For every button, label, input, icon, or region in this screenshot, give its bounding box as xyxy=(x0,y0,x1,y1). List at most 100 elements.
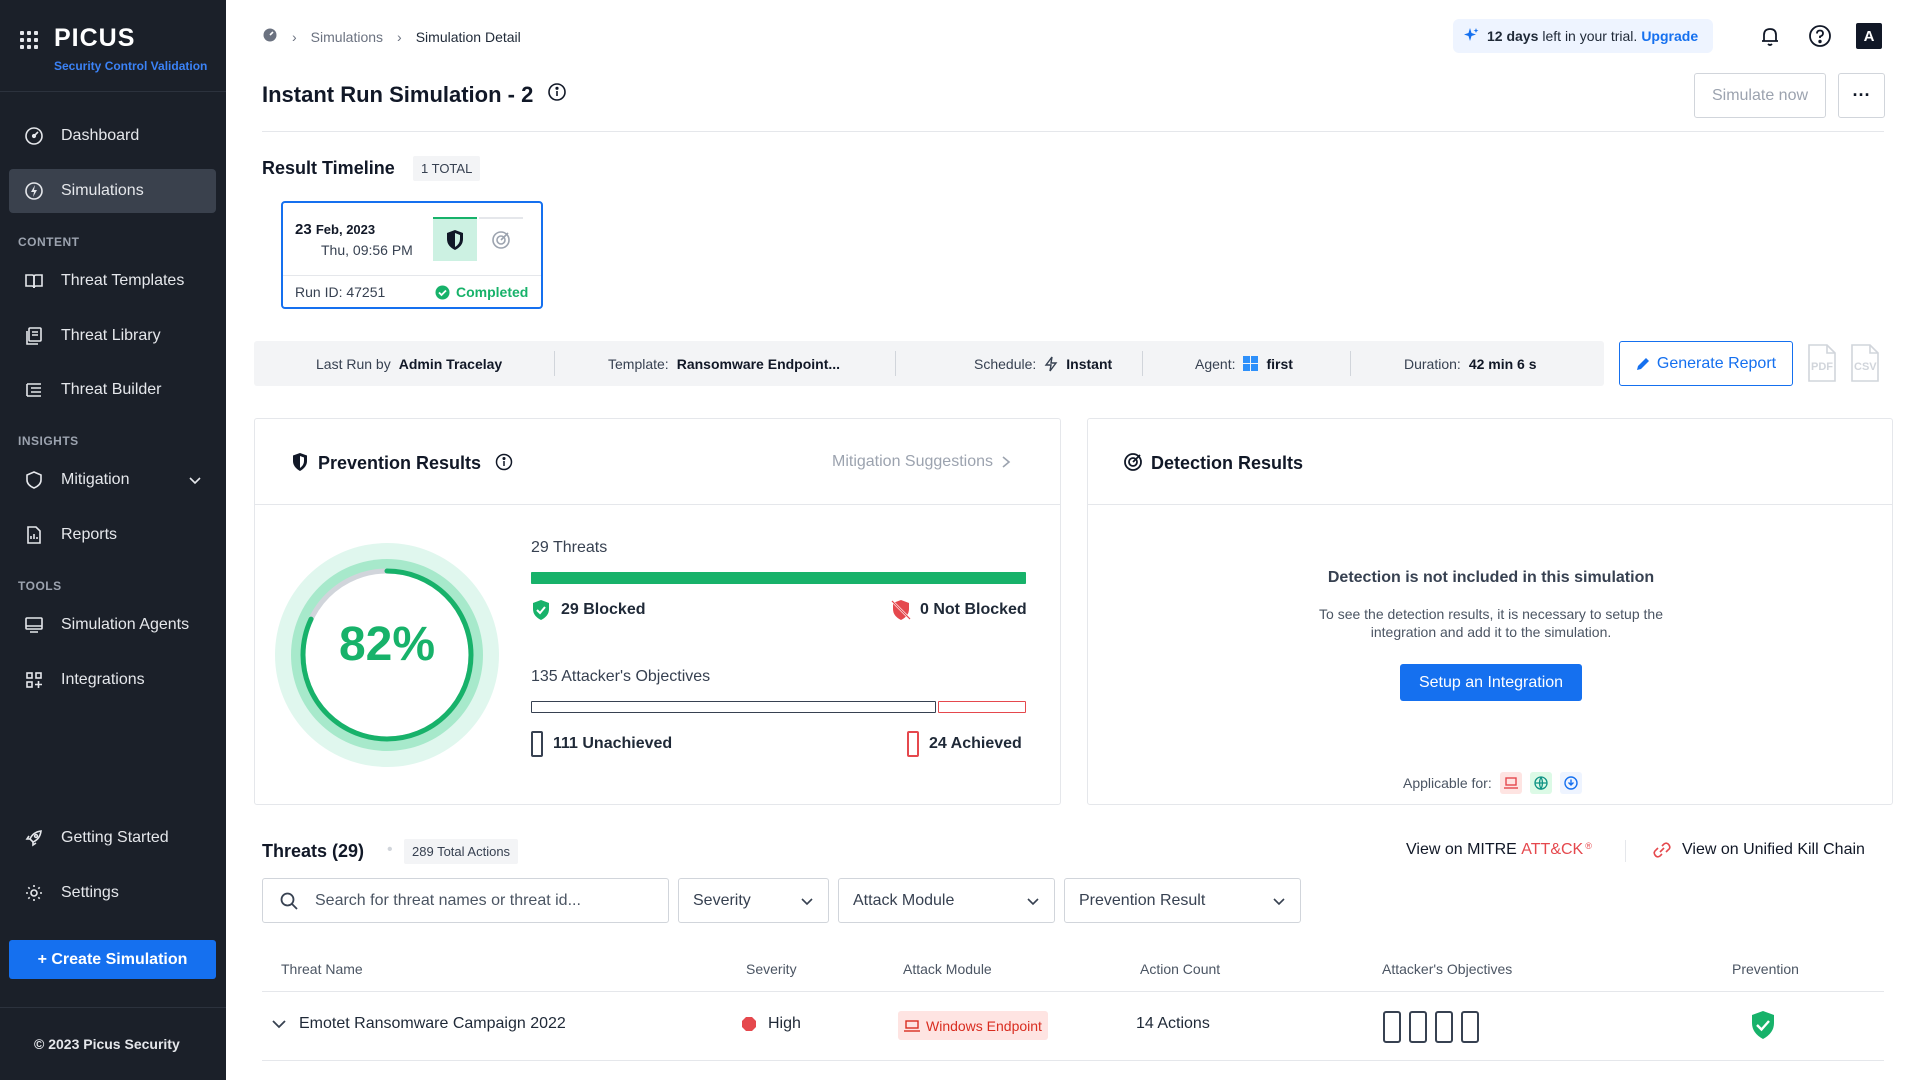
detection-target-icon[interactable] xyxy=(479,217,523,261)
chevron-down-icon[interactable] xyxy=(271,1016,287,1032)
column-header-threat-name[interactable]: Threat Name xyxy=(281,961,363,977)
action-count-value: 14 Actions xyxy=(1136,1015,1210,1032)
severity-cell: High xyxy=(742,1015,801,1033)
shield-x-icon xyxy=(891,600,911,620)
pdf-export-icon[interactable]: PDF xyxy=(1807,343,1837,383)
blocked-label: 29 Blocked xyxy=(561,601,646,618)
applicable-for: Applicable for: xyxy=(1403,772,1582,794)
bell-icon[interactable] xyxy=(1757,23,1783,49)
sidebar-item-simulation-agents[interactable]: Simulation Agents xyxy=(9,603,216,647)
column-header-attack-module[interactable]: Attack Module xyxy=(903,961,992,977)
shield-check-icon xyxy=(1752,1011,1774,1039)
info-icon[interactable] xyxy=(495,453,513,476)
column-header-prevention[interactable]: Prevention xyxy=(1732,961,1799,977)
chevron-down-icon[interactable] xyxy=(188,473,202,492)
run-card[interactable]: 23 Feb, 2023 Thu, 09:56 PM Run ID: 47251… xyxy=(281,201,543,309)
sidebar-item-mitigation[interactable]: Mitigation xyxy=(9,458,216,502)
upgrade-link[interactable]: Upgrade xyxy=(1641,28,1698,44)
dot-separator: • xyxy=(387,841,393,858)
simulate-now-button[interactable]: Simulate now xyxy=(1694,73,1826,118)
column-header-action-count[interactable]: Action Count xyxy=(1140,961,1220,977)
sidebar: PICUS Security Control Validation Dashbo… xyxy=(0,0,226,1080)
column-header-severity[interactable]: Severity xyxy=(746,961,797,977)
threat-search-input[interactable]: Search for threat names or threat id... xyxy=(262,878,669,923)
breadcrumb-separator: › xyxy=(397,28,402,45)
objective-marker xyxy=(1435,1011,1453,1043)
threat-name-cell[interactable]: Emotet Ransomware Campaign 2022 xyxy=(271,1015,566,1033)
sidebar-item-threat-library[interactable]: Threat Library xyxy=(9,314,216,358)
severity-filter[interactable]: Severity xyxy=(678,878,829,923)
meta-last-run: Last Run by Admin Tracelay xyxy=(316,341,502,386)
meta-value: Admin Tracelay xyxy=(398,355,503,372)
view-mitre-link[interactable]: View on MITRE ATT&CK ® xyxy=(1406,841,1592,859)
threats-title: Threats (29) xyxy=(262,841,365,861)
info-icon[interactable] xyxy=(547,82,567,108)
dashboard-icon xyxy=(23,125,45,147)
csv-export-icon[interactable]: CSV xyxy=(1850,343,1880,383)
sidebar-item-dashboard[interactable]: Dashboard xyxy=(9,114,216,158)
more-options-button[interactable]: ··· xyxy=(1838,73,1885,118)
windows-icon xyxy=(1243,356,1259,371)
sidebar-item-reports[interactable]: Reports xyxy=(9,513,216,557)
sidebar-item-simulations[interactable]: Simulations xyxy=(9,169,216,213)
run-day: 23 xyxy=(295,221,312,238)
sidebar-item-getting-started[interactable]: Getting Started xyxy=(9,816,216,860)
avatar[interactable]: A xyxy=(1856,23,1882,49)
breadcrumb-simulations[interactable]: Simulations xyxy=(311,29,383,45)
breadcrumb: › Simulations › Simulation Detail xyxy=(262,27,521,46)
create-simulation-button[interactable]: + Create Simulation xyxy=(9,940,216,979)
setup-integration-button[interactable]: Setup an Integration xyxy=(1400,664,1582,701)
threat-name: Emotet Ransomware Campaign 2022 xyxy=(299,1015,566,1032)
sidebar-item-label: Simulations xyxy=(61,182,144,199)
chevron-right-icon xyxy=(1002,456,1011,468)
achieved-marker-icon xyxy=(907,731,919,757)
prevention-result-filter-label: Prevention Result xyxy=(1079,891,1206,909)
meta-separator xyxy=(1350,351,1351,376)
meta-label: Last Run by xyxy=(316,355,391,372)
copyright-text: © 2023 Picus Security xyxy=(0,1007,226,1080)
chevron-down-icon xyxy=(801,897,813,905)
builder-icon xyxy=(23,379,45,401)
prevention-shield-icon[interactable] xyxy=(433,217,477,261)
help-icon[interactable] xyxy=(1807,23,1833,49)
prevention-result-filter[interactable]: Prevention Result xyxy=(1064,878,1301,923)
objectives-count-label: 135 Attacker's Objectives xyxy=(531,668,711,685)
panel-header: Detection Results xyxy=(1088,419,1892,505)
table-divider xyxy=(262,991,1884,992)
generate-report-button[interactable]: Generate Report xyxy=(1619,341,1793,386)
detection-target-icon xyxy=(1123,452,1143,477)
unachieved-summary: 111 Unachieved xyxy=(531,731,672,757)
objective-marker xyxy=(1409,1011,1427,1043)
sidebar-item-settings[interactable]: Settings xyxy=(9,871,216,915)
sidebar-item-threat-templates[interactable]: Threat Templates xyxy=(9,259,216,303)
achieved-label: 24 Achieved xyxy=(929,735,1022,752)
unachieved-label: 111 Unachieved xyxy=(553,735,673,752)
library-icon xyxy=(23,325,45,347)
meta-label: Duration: xyxy=(1404,355,1461,372)
sidebar-item-label: Settings xyxy=(61,884,119,901)
globe-icon xyxy=(1529,772,1552,794)
view-kill-chain-link[interactable]: View on Unified Kill Chain xyxy=(1652,841,1865,859)
sidebar-item-integrations[interactable]: Integrations xyxy=(9,658,216,702)
sparkle-icon xyxy=(1463,27,1479,46)
not-blocked-label: 0 Not Blocked xyxy=(920,601,1027,618)
severity-value: High xyxy=(768,1015,801,1032)
apps-grid-icon[interactable] xyxy=(20,31,38,49)
meta-agent: Agent: first xyxy=(1195,341,1293,386)
attack-module-filter[interactable]: Attack Module xyxy=(838,878,1055,923)
run-id: Run ID: 47251 xyxy=(295,284,386,300)
home-icon[interactable] xyxy=(262,27,278,46)
meta-value[interactable]: Ransomware Endpoint... xyxy=(677,356,840,372)
result-timeline-title: Result Timeline xyxy=(262,158,395,178)
mitigation-suggestions-link[interactable]: Mitigation Suggestions xyxy=(832,453,1011,471)
card-divider xyxy=(283,275,541,276)
sidebar-item-threat-builder[interactable]: Threat Builder xyxy=(9,368,216,412)
sidebar-item-label: Mitigation xyxy=(61,471,130,488)
total-actions-badge: 289 Total Actions xyxy=(404,839,519,864)
column-header-attackers-objectives[interactable]: Attacker's Objectives xyxy=(1382,961,1512,977)
monitor-icon xyxy=(23,614,45,636)
picus-logo[interactable]: PICUS xyxy=(54,24,135,53)
sidebar-item-label: Threat Templates xyxy=(61,272,185,289)
breadcrumb-separator: › xyxy=(292,28,297,45)
section-label-content: CONTENT xyxy=(18,235,80,249)
